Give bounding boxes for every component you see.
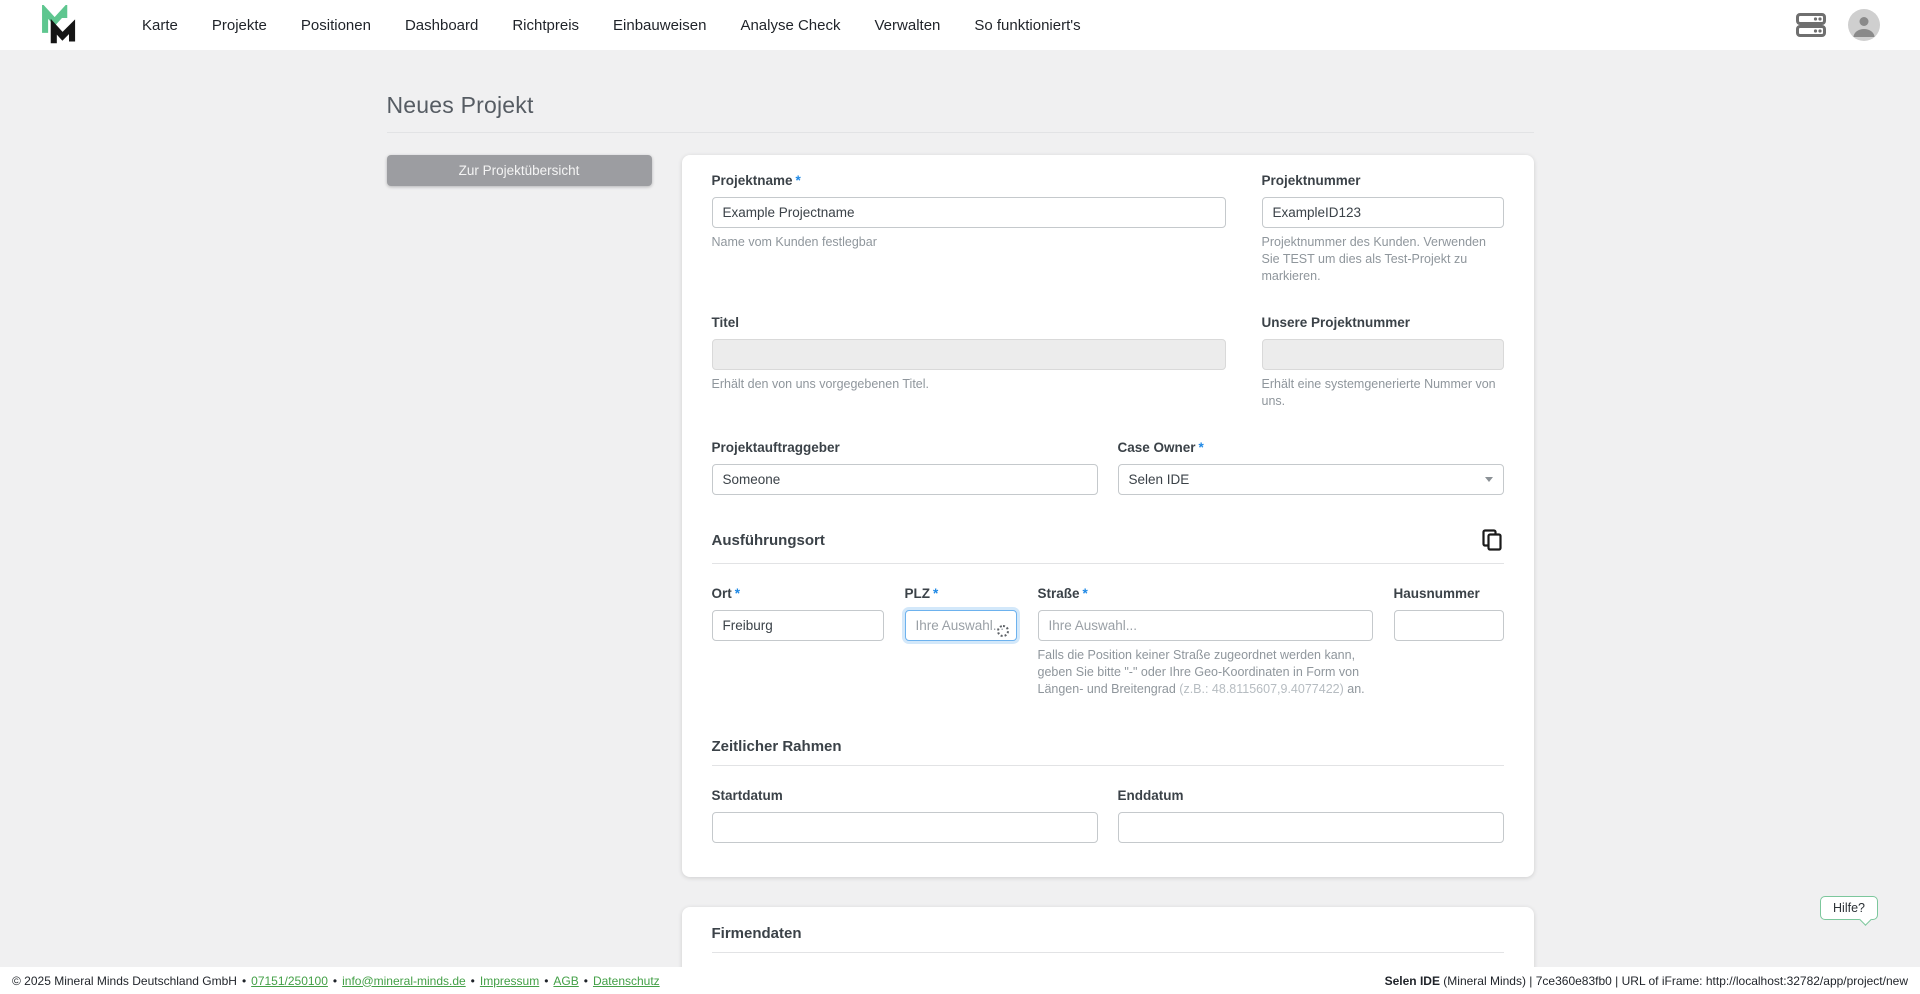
session-info: Selen IDE (Mineral Minds) | 7ce360e83fb0… xyxy=(1385,974,1908,988)
top-navigation: Karte Projekte Positionen Dashboard Rich… xyxy=(0,0,1920,50)
field-titel: Titel Erhält den von uns vorgegebenen Ti… xyxy=(711,315,1226,410)
field-ort: Ort * xyxy=(711,586,884,698)
main-menu: Karte Projekte Positionen Dashboard Rich… xyxy=(142,17,1081,34)
help-button[interactable]: Hilfe? xyxy=(1820,896,1878,920)
field-plz: PLZ * xyxy=(904,586,1017,698)
field-enddatum: Enddatum xyxy=(1117,788,1504,843)
separator xyxy=(237,974,251,988)
nav-item-karte[interactable]: Karte xyxy=(142,17,178,34)
impressum-link[interactable]: Impressum xyxy=(480,974,539,988)
session-details: (Mineral Minds) | 7ce360e83fb0 | URL of … xyxy=(1439,973,1908,988)
field-case-owner: Case Owner * Selen IDE xyxy=(1117,440,1504,495)
page-title: Neues Projekt xyxy=(386,92,534,118)
plz-label: PLZ xyxy=(904,586,931,601)
firmendaten-heading: Firmendaten xyxy=(711,925,802,942)
unsere-projektnummer-helper: Erhält eine systemgenerierte Nummer von … xyxy=(1261,377,1496,408)
separator xyxy=(466,974,480,988)
nav-item-positionen[interactable]: Positionen xyxy=(301,17,371,34)
enddatum-input[interactable] xyxy=(1117,812,1504,843)
strasse-input[interactable] xyxy=(1037,610,1373,641)
projektnummer-helper: Projektnummer des Kunden. Verwenden Sie … xyxy=(1261,235,1486,283)
strasse-helper: Falls die Position keiner Straße zugeord… xyxy=(1037,648,1365,696)
startdatum-input[interactable] xyxy=(711,812,1098,843)
separator xyxy=(328,974,342,988)
unsere-projektnummer-input xyxy=(1261,339,1504,370)
person-icon xyxy=(1853,17,1875,37)
projektauftraggeber-label: Projektauftraggeber xyxy=(711,440,840,455)
projektauftraggeber-input[interactable] xyxy=(711,464,1098,495)
copyright-text: © 2025 Mineral Minds Deutschland GmbH xyxy=(12,973,237,988)
strasse-label: Straße xyxy=(1037,586,1080,601)
session-user: Selen IDE xyxy=(1384,973,1440,988)
field-startdatum: Startdatum xyxy=(711,788,1098,843)
ausfuehrungsort-heading: Ausführungsort xyxy=(711,531,825,549)
zeitlicher-rahmen-heading: Zeitlicher Rahmen xyxy=(711,738,842,755)
startdatum-label: Startdatum xyxy=(711,788,783,803)
unsere-projektnummer-label: Unsere Projektnummer xyxy=(1261,315,1411,330)
field-projektauftraggeber: Projektauftraggeber xyxy=(711,440,1098,495)
titel-label: Titel xyxy=(711,315,740,330)
case-owner-label: Case Owner xyxy=(1117,440,1196,455)
ort-label: Ort xyxy=(711,586,732,601)
titel-input xyxy=(711,339,1226,370)
required-marker: * xyxy=(1082,586,1088,601)
ort-input[interactable] xyxy=(711,610,884,641)
field-projektname: Projektname* Name vom Kunden festlegbar xyxy=(711,173,1226,285)
case-owner-value: Selen IDE xyxy=(1128,472,1190,487)
hausnummer-label: Hausnummer xyxy=(1393,586,1480,601)
section-divider xyxy=(711,563,1504,564)
projektname-helper: Name vom Kunden festlegbar xyxy=(711,235,877,249)
titel-helper: Erhält den von uns vorgegebenen Titel. xyxy=(711,377,930,391)
section-divider xyxy=(711,765,1504,766)
title-divider xyxy=(386,132,1534,133)
field-unsere-projektnummer: Unsere Projektnummer Erhält eine systemg… xyxy=(1261,315,1504,410)
separator xyxy=(539,974,553,988)
projektname-input[interactable] xyxy=(711,197,1226,228)
server-icon[interactable] xyxy=(1796,13,1826,37)
projektname-label: Projektname xyxy=(711,173,793,188)
nav-item-projekte[interactable]: Projekte xyxy=(212,17,267,34)
datenschutz-link[interactable]: Datenschutz xyxy=(593,974,660,988)
field-projektnummer: Projektnummer Projektnummer des Kunden. … xyxy=(1261,173,1504,285)
section-divider xyxy=(711,952,1504,953)
required-marker: * xyxy=(1198,440,1204,455)
copy-icon xyxy=(1481,529,1502,551)
project-overview-button[interactable]: Zur Projektübersicht xyxy=(386,155,652,186)
projektnummer-input[interactable] xyxy=(1261,197,1504,228)
case-owner-select[interactable]: Selen IDE xyxy=(1117,464,1504,495)
mineral-minds-logo-icon[interactable] xyxy=(40,5,78,45)
separator xyxy=(579,974,593,988)
field-hausnummer: Hausnummer xyxy=(1393,586,1504,698)
required-marker: * xyxy=(734,586,741,601)
project-form-card: Projektname* Name vom Kunden festlegbar … xyxy=(681,155,1534,877)
nav-item-richtpreis[interactable]: Richtpreis xyxy=(512,17,579,34)
nav-item-einbauweisen[interactable]: Einbauweisen xyxy=(613,17,706,34)
field-strasse: Straße* Falls die Position keiner Straße… xyxy=(1037,586,1373,698)
required-marker: * xyxy=(933,586,939,601)
user-avatar[interactable] xyxy=(1848,9,1880,41)
required-marker: * xyxy=(795,173,801,188)
loading-spinner-icon xyxy=(996,624,1009,637)
email-link[interactable]: info@mineral-minds.de xyxy=(342,974,466,988)
page-content: Neues Projekt Zur Projektübersicht Proje… xyxy=(386,50,1534,994)
copy-button[interactable] xyxy=(1480,527,1504,553)
chevron-down-icon xyxy=(1484,477,1493,482)
nav-item-analyse-check[interactable]: Analyse Check xyxy=(740,17,840,34)
phone-link[interactable]: 07151/250100 xyxy=(251,974,328,988)
projektnummer-label: Projektnummer xyxy=(1261,173,1361,188)
enddatum-label: Enddatum xyxy=(1117,788,1184,803)
agb-link[interactable]: AGB xyxy=(553,974,578,988)
nav-item-dashboard[interactable]: Dashboard xyxy=(405,17,478,34)
hausnummer-input[interactable] xyxy=(1393,610,1504,641)
nav-item-verwalten[interactable]: Verwalten xyxy=(875,17,941,34)
footer: © 2025 Mineral Minds Deutschland GmbH 07… xyxy=(0,967,1920,994)
nav-item-so-funktionierts[interactable]: So funktioniert's xyxy=(974,17,1080,34)
